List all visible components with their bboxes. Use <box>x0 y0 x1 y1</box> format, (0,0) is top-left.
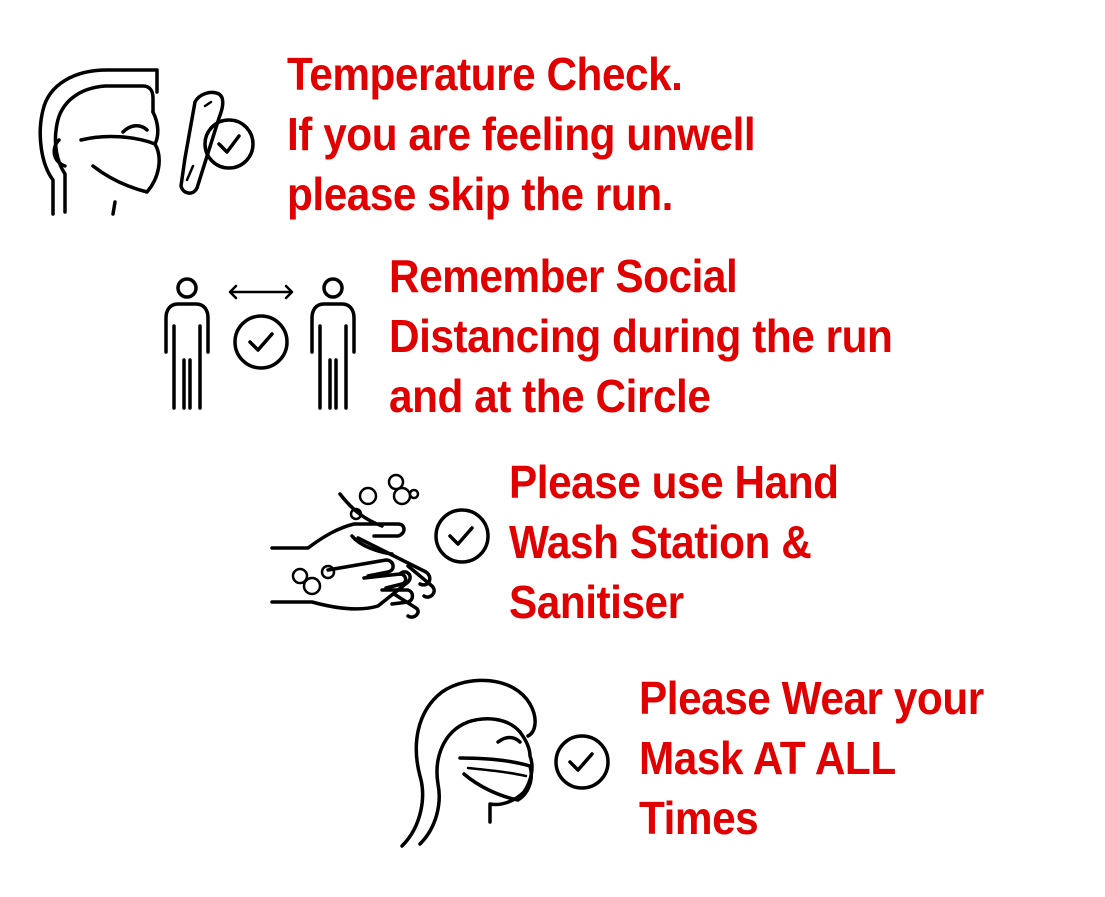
wear-mask-icon <box>398 676 620 851</box>
notice-text-temperature: Temperature Check. If you are feeling un… <box>287 44 756 224</box>
temperature-check-icon <box>35 62 260 222</box>
notice-text-mask: Please Wear your Mask AT ALL Times <box>639 668 984 848</box>
text-line: Please use Hand <box>509 456 839 508</box>
social-distancing-icon <box>160 274 360 414</box>
text-line: Distancing during the run <box>389 310 893 362</box>
text-line: Remember Social <box>389 250 738 302</box>
text-line: Mask AT ALL <box>639 732 896 784</box>
text-line: Sanitiser <box>509 576 684 628</box>
text-line: Times <box>639 792 759 844</box>
notice-text-distancing: Remember Social Distancing during the ru… <box>389 246 893 426</box>
text-line: please skip the run. <box>287 168 673 220</box>
text-line: Temperature Check. <box>287 48 683 100</box>
text-line: Wash Station & <box>509 516 812 568</box>
notice-text-handwash: Please use Hand Wash Station & Sanitiser <box>509 452 839 632</box>
text-line: and at the Circle <box>389 370 711 422</box>
hand-wash-icon <box>268 473 498 619</box>
text-line: Please Wear your <box>639 672 984 724</box>
text-line: If you are feeling unwell <box>287 108 756 160</box>
